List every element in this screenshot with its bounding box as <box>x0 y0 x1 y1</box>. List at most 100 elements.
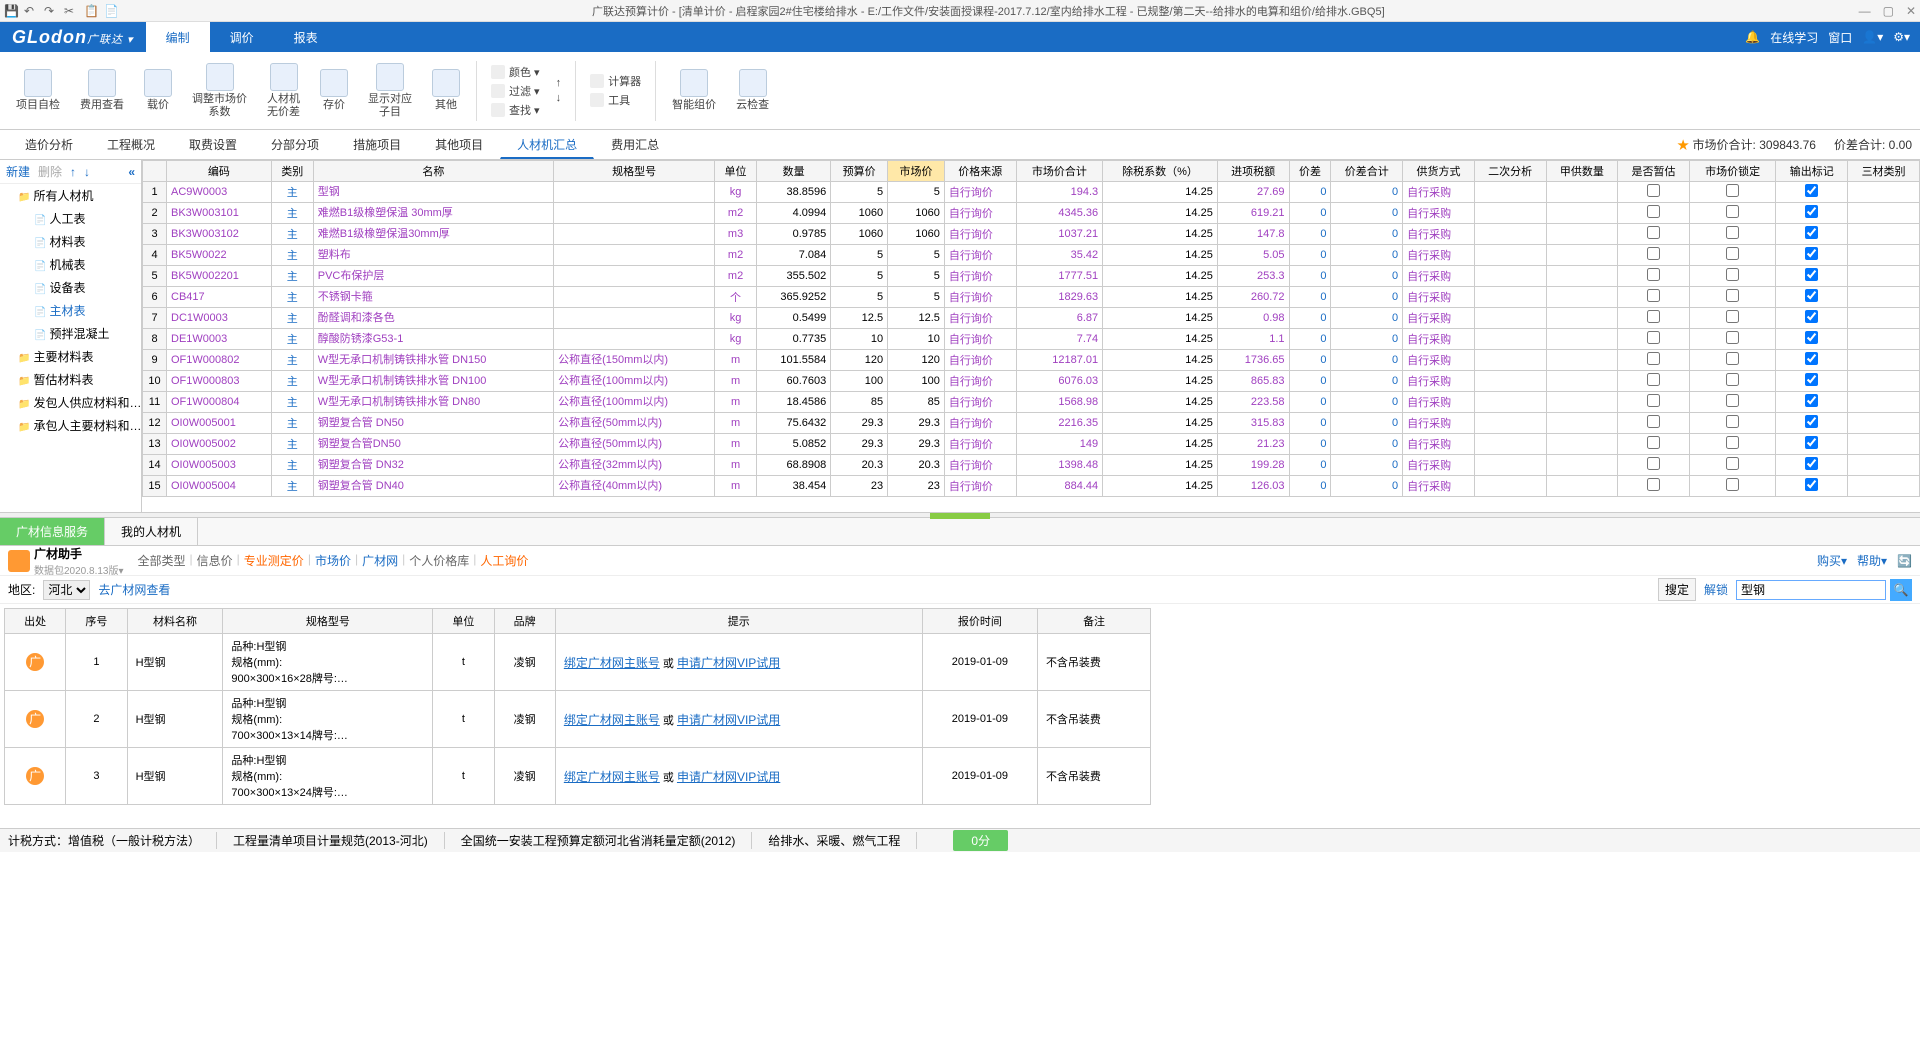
grid-header[interactable]: 价格来源 <box>944 161 1016 182</box>
bind-account-link[interactable]: 绑定广材网主账号 <box>564 770 660 784</box>
ribbon-small-查找[interactable]: 查找 ▾ <box>491 102 540 118</box>
checkbox[interactable] <box>1726 268 1739 281</box>
bp-grid-header[interactable]: 材料名称 <box>127 609 223 634</box>
assistant-badge[interactable]: 广材助手 数据包2020.8.13版▾ <box>8 545 124 577</box>
ribbon-small-颜色[interactable]: 颜色 ▾ <box>491 64 540 80</box>
user-icon[interactable]: 👤▾ <box>1862 30 1883 44</box>
copy-icon[interactable]: 📋 <box>84 4 98 18</box>
ribbon-nav-↑[interactable]: ↑ <box>556 77 562 89</box>
price-row[interactable]: 广1H型钢品种:H型钢 规格(mm): 900×300×16×28牌号:…t凌钢… <box>5 634 1151 691</box>
table-row[interactable]: 12OI0W005001主钢塑复合管 DN50公称直径(50mm以内)m75.6… <box>143 413 1920 434</box>
grid-header[interactable]: 价差合计 <box>1331 161 1403 182</box>
checkbox[interactable] <box>1647 226 1660 239</box>
ribbon-调整市场价系数[interactable]: 调整市场价系数 <box>184 61 255 121</box>
sub-tab-7[interactable]: 费用汇总 <box>594 130 676 159</box>
grid-header[interactable]: 供货方式 <box>1403 161 1475 182</box>
score-badge[interactable]: 0分 <box>953 830 1008 851</box>
buy-dropdown[interactable]: 购买▾ <box>1817 552 1847 569</box>
filter-tab-5[interactable]: 个人价格库 <box>409 552 469 569</box>
table-row[interactable]: 4BK5W0022主塑料布m27.08455自行询价35.4214.255.05… <box>143 245 1920 266</box>
table-row[interactable]: 6CB417主不锈钢卡箍个365.925255自行询价1829.6314.252… <box>143 287 1920 308</box>
bind-account-link[interactable]: 绑定广材网主账号 <box>564 713 660 727</box>
tree-node[interactable]: 所有人材机 <box>0 184 141 207</box>
checkbox[interactable] <box>1726 226 1739 239</box>
grid-header[interactable]: 市场价合计 <box>1016 161 1103 182</box>
grid-header[interactable]: 类别 <box>271 161 313 182</box>
close-icon[interactable]: ✕ <box>1906 4 1916 18</box>
table-row[interactable]: 14OI0W005003主钢塑复合管 DN32公称直径(32mm以内)m68.8… <box>143 455 1920 476</box>
cut-icon[interactable]: ✂ <box>64 4 78 18</box>
grid-header[interactable]: 规格型号 <box>554 161 715 182</box>
tree-node[interactable]: 主材表 <box>0 299 141 322</box>
checkbox[interactable] <box>1726 352 1739 365</box>
unlock-button[interactable]: 解锁 <box>1700 579 1732 600</box>
checkbox[interactable] <box>1726 331 1739 344</box>
bp-grid-header[interactable]: 规格型号 <box>223 609 433 634</box>
checkbox[interactable] <box>1647 478 1660 491</box>
checkbox[interactable] <box>1726 184 1739 197</box>
settings-icon[interactable]: ⚙▾ <box>1893 30 1910 44</box>
price-row[interactable]: 广3H型钢品种:H型钢 规格(mm): 700×300×13×24牌号:…t凌钢… <box>5 748 1151 805</box>
main-grid-wrap[interactable]: 编码类别名称规格型号单位数量预算价市场价价格来源市场价合计除税系数（%）进项税额… <box>142 160 1920 512</box>
bp-grid-header[interactable]: 备注 <box>1037 609 1150 634</box>
ribbon-云检查[interactable]: 云检查 <box>728 67 777 114</box>
checkbox[interactable] <box>1805 268 1818 281</box>
grid-header[interactable]: 单位 <box>715 161 757 182</box>
checkbox[interactable] <box>1805 289 1818 302</box>
checkbox[interactable] <box>1726 205 1739 218</box>
grid-header[interactable]: 三材类别 <box>1848 161 1920 182</box>
table-row[interactable]: 9OF1W000802主W型无承口机制铸铁排水管 DN150公称直径(150mm… <box>143 350 1920 371</box>
checkbox[interactable] <box>1805 352 1818 365</box>
sub-tab-1[interactable]: 工程概况 <box>90 130 172 159</box>
bp-grid-header[interactable]: 提示 <box>555 609 922 634</box>
price-row[interactable]: 广2H型钢品种:H型钢 规格(mm): 700×300×13×14牌号:…t凌钢… <box>5 691 1151 748</box>
checkbox[interactable] <box>1647 184 1660 197</box>
tree-delete-button[interactable]: 删除 <box>38 163 62 180</box>
bp-grid-header[interactable]: 单位 <box>433 609 494 634</box>
table-row[interactable]: 13OI0W005002主钢塑复合管DN50公称直径(50mm以内)m5.085… <box>143 434 1920 455</box>
menu-tab-2[interactable]: 报表 <box>274 22 338 52</box>
filter-tab-1[interactable]: 信息价 <box>197 552 233 569</box>
ribbon-small-工具[interactable]: 工具 <box>590 92 641 108</box>
sub-tab-6[interactable]: 人材机汇总 <box>500 130 594 159</box>
apply-vip-link[interactable]: 申请广材网VIP试用 <box>677 713 780 727</box>
tree-down-icon[interactable]: ↓ <box>84 165 90 179</box>
checkbox[interactable] <box>1647 247 1660 260</box>
ribbon-其他[interactable]: 其他 <box>424 67 468 114</box>
grid-header[interactable]: 名称 <box>313 161 553 182</box>
save-icon[interactable]: 💾 <box>4 4 18 18</box>
search-input[interactable] <box>1736 580 1886 600</box>
tree-node[interactable]: 设备表 <box>0 276 141 299</box>
checkbox[interactable] <box>1805 373 1818 386</box>
help-dropdown[interactable]: 帮助▾ <box>1857 552 1887 569</box>
bottom-tab-0[interactable]: 广材信息服务 <box>0 518 105 545</box>
checkbox[interactable] <box>1647 331 1660 344</box>
ribbon-智能组价[interactable]: 智能组价 <box>664 67 724 114</box>
table-row[interactable]: 3BK3W003102主难燃B1级橡塑保温30mm厚m30.9785106010… <box>143 224 1920 245</box>
sub-tab-0[interactable]: 造价分析 <box>8 130 90 159</box>
ribbon-项目自检[interactable]: 项目自检 <box>8 67 68 114</box>
splitter[interactable] <box>0 512 1920 518</box>
checkbox[interactable] <box>1726 373 1739 386</box>
region-select[interactable]: 河北 <box>43 580 90 600</box>
table-row[interactable]: 15OI0W005004主钢塑复合管 DN40公称直径(40mm以内)m38.4… <box>143 476 1920 497</box>
refresh-icon[interactable]: 🔄 <box>1897 554 1912 568</box>
filter-tab-0[interactable]: 全部类型 <box>138 552 186 569</box>
grid-header[interactable]: 价差 <box>1289 161 1331 182</box>
minimize-icon[interactable]: — <box>1859 4 1871 18</box>
checkbox[interactable] <box>1805 205 1818 218</box>
ribbon-载价[interactable]: 载价 <box>136 67 180 114</box>
search-go-button[interactable]: 🔍 <box>1890 579 1912 601</box>
grid-header[interactable]: 输出标记 <box>1776 161 1848 182</box>
bind-account-link[interactable]: 绑定广材网主账号 <box>564 656 660 670</box>
maximize-icon[interactable]: ▢ <box>1883 4 1894 18</box>
table-row[interactable]: 8DE1W0003主醇酸防锈漆G53-1kg0.77351010自行询价7.74… <box>143 329 1920 350</box>
menu-tab-0[interactable]: 编制 <box>146 22 210 52</box>
ribbon-显示对应子目[interactable]: 显示对应子目 <box>360 61 420 121</box>
price-results-wrap[interactable]: 出处序号材料名称规格型号单位品牌提示报价时间备注广1H型钢品种:H型钢 规格(m… <box>0 604 1920 828</box>
splitter-handle[interactable] <box>930 513 990 519</box>
checkbox[interactable] <box>1805 394 1818 407</box>
checkbox[interactable] <box>1805 310 1818 323</box>
checkbox[interactable] <box>1647 436 1660 449</box>
checkbox[interactable] <box>1647 352 1660 365</box>
